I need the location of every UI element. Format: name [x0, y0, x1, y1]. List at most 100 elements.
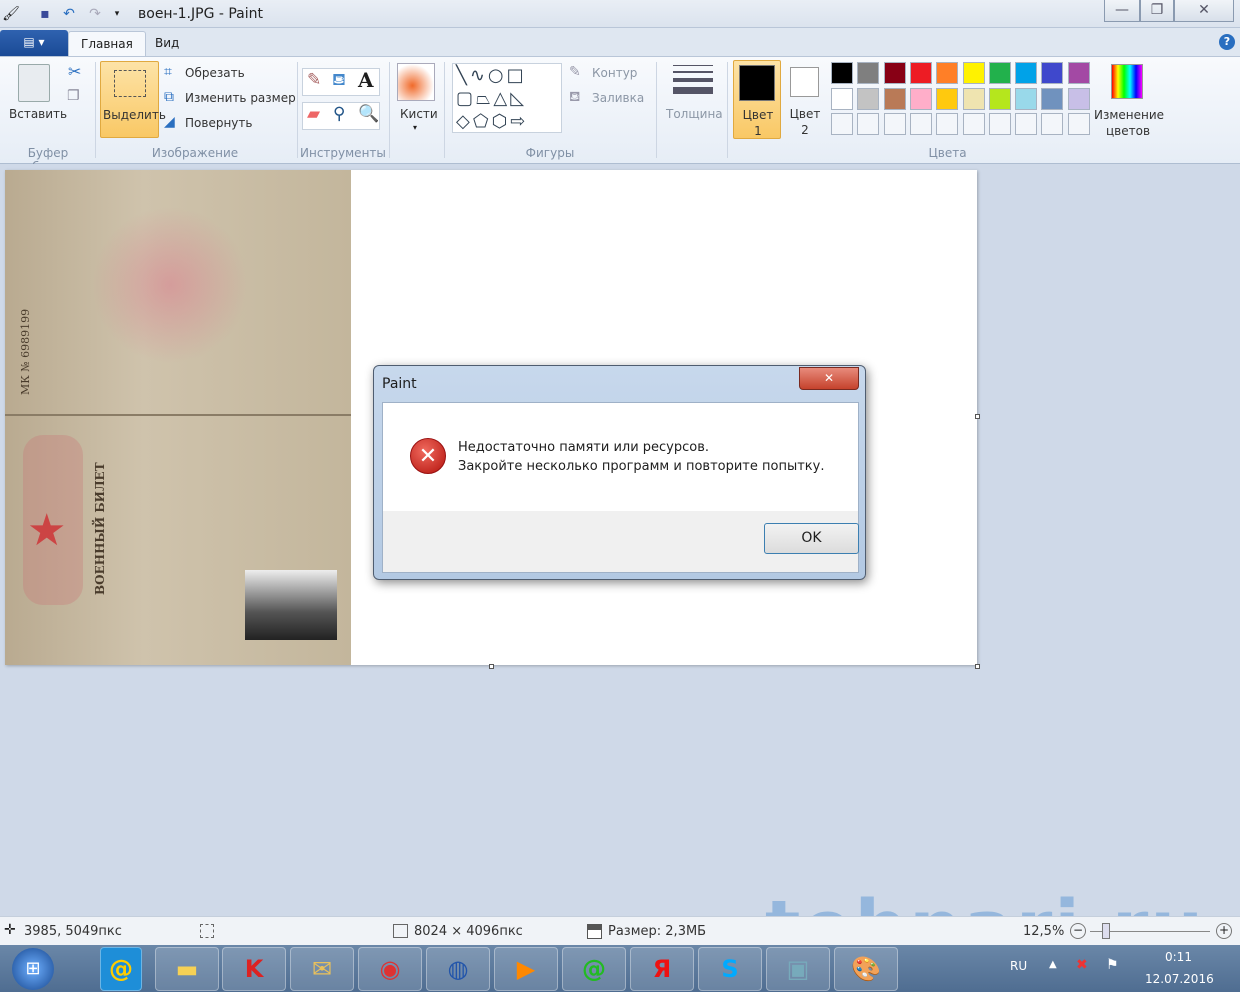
palette-swatch[interactable]	[988, 87, 1011, 110]
tray-expand-icon[interactable]: ▲	[1049, 959, 1057, 970]
custom-color-slot[interactable]	[1015, 113, 1038, 135]
dialog-close-button[interactable]: ✕	[799, 367, 859, 390]
palette-swatch[interactable]	[1041, 87, 1064, 110]
mail-icon[interactable]: ✉	[290, 947, 354, 991]
palette-swatch[interactable]	[1067, 62, 1090, 84]
palette-swatch[interactable]	[988, 62, 1011, 84]
rotate-button[interactable]: Повернуть	[185, 116, 252, 130]
icq-agent-icon[interactable]: @	[562, 947, 626, 991]
palette-swatch[interactable]	[857, 87, 880, 110]
color-picker-icon[interactable]: ⚲	[333, 104, 345, 124]
color2-swatch	[790, 67, 819, 97]
maximize-button[interactable]: ❐	[1140, 0, 1174, 22]
zoom-out-button[interactable]: −	[1070, 923, 1086, 939]
start-button[interactable]: ⊞	[12, 948, 54, 990]
paint-taskbar-icon[interactable]: 🎨	[834, 947, 898, 991]
brushes-button[interactable]: Кисти	[400, 107, 438, 121]
zoom-slider-thumb[interactable]	[1102, 923, 1110, 939]
redo-icon[interactable]: ↷	[86, 5, 104, 23]
select-button[interactable]: Выделить	[100, 61, 166, 138]
network-icon[interactable]: ✖	[1076, 957, 1088, 973]
custom-color-slot[interactable]	[1041, 113, 1064, 135]
palette-swatch[interactable]	[831, 87, 853, 110]
size-icon[interactable]	[673, 65, 713, 94]
skype-icon[interactable]: S	[698, 947, 762, 991]
palette-swatch[interactable]	[936, 87, 959, 110]
resize-handle-bottom[interactable]	[489, 664, 494, 669]
eraser-icon[interactable]: ▰	[307, 104, 320, 124]
mail-agent-icon[interactable]: @	[100, 947, 142, 991]
clock-date[interactable]: 12.07.2016	[1145, 972, 1214, 986]
crop-button[interactable]: Обрезать	[185, 66, 245, 80]
pencil-icon[interactable]: ✎	[307, 70, 321, 90]
resize-handle-right[interactable]	[975, 414, 980, 419]
paste-button[interactable]: Вставить	[9, 107, 67, 121]
quick-access-dropdown-icon[interactable]: ▾	[108, 5, 126, 23]
color2-button[interactable]: Цвет 2	[781, 60, 829, 139]
thunderbird-icon[interactable]: ◍	[426, 947, 490, 991]
paint-app-icon[interactable]: 🖌	[2, 5, 20, 23]
kaspersky-icon[interactable]: K	[222, 947, 286, 991]
cut-icon[interactable]: ✂	[68, 62, 81, 81]
outline-button[interactable]: Контур	[592, 66, 637, 80]
group-label-tools: Инструменты	[300, 146, 386, 160]
fill-bucket-icon[interactable]: ⛾	[332, 70, 346, 92]
palette-swatch[interactable]	[1067, 87, 1090, 110]
help-icon[interactable]: ?	[1219, 34, 1235, 50]
custom-color-slot[interactable]	[1067, 113, 1090, 135]
ok-button[interactable]: OK	[764, 523, 859, 554]
custom-color-slot[interactable]	[857, 113, 880, 135]
palette-swatch[interactable]	[909, 87, 932, 110]
palette-swatch[interactable]	[1041, 62, 1064, 84]
color1-button[interactable]: Цвет 1	[733, 60, 781, 139]
file-menu-button[interactable]: ▤ ▾	[0, 30, 68, 56]
shapes-gallery[interactable]: ╲∿○□ ▢⏢△◺ ◇⬠⬡⇨	[452, 63, 562, 133]
palette-swatch[interactable]	[936, 62, 959, 84]
close-button[interactable]: ✕	[1174, 0, 1234, 22]
document-photo: ★ ВОЕННЫЙ БИЛЕТ МК № 6989199	[5, 170, 351, 665]
custom-color-slot[interactable]	[988, 113, 1011, 135]
chrome-icon[interactable]: ◉	[358, 947, 422, 991]
text-tool-icon[interactable]: A	[358, 68, 374, 92]
copy-icon[interactable]: ❐	[67, 88, 80, 104]
action-center-flag-icon[interactable]: ⚑	[1106, 957, 1119, 973]
minimize-button[interactable]: —	[1104, 0, 1140, 22]
tab-home[interactable]: Главная	[68, 31, 146, 56]
edit-colors-button[interactable]: Изменение цветов	[1094, 107, 1164, 139]
tab-view[interactable]: Вид	[143, 31, 191, 56]
zoom-in-button[interactable]: +	[1216, 923, 1232, 939]
yandex-browser-icon[interactable]: Я	[630, 947, 694, 991]
paste-icon[interactable]	[18, 64, 50, 102]
explorer-icon[interactable]: ▬	[155, 947, 219, 991]
undo-icon[interactable]: ↶	[60, 5, 78, 23]
resize-button[interactable]: Изменить размер	[185, 91, 296, 105]
fill-button[interactable]: Заливка	[592, 91, 644, 105]
brushes-icon[interactable]	[397, 63, 435, 101]
palette-swatch[interactable]	[909, 62, 932, 84]
selection-size-icon	[200, 924, 214, 938]
palette-swatch[interactable]	[831, 62, 853, 84]
custom-color-slot[interactable]	[936, 113, 959, 135]
save-icon[interactable]: ▪	[36, 5, 54, 23]
magnifier-icon[interactable]: 🔍	[358, 104, 379, 124]
language-indicator[interactable]: RU	[1010, 959, 1027, 973]
custom-color-slot[interactable]	[962, 113, 985, 135]
resize-handle-corner[interactable]	[975, 664, 980, 669]
palette-swatch[interactable]	[883, 87, 906, 110]
palette-swatch[interactable]	[962, 87, 985, 110]
palette-swatch[interactable]	[857, 62, 880, 84]
custom-color-slot[interactable]	[883, 113, 906, 135]
custom-color-slot[interactable]	[909, 113, 932, 135]
palette-swatch[interactable]	[1015, 87, 1038, 110]
palette-swatch[interactable]	[883, 62, 906, 84]
divider	[444, 62, 445, 158]
custom-color-slot[interactable]	[831, 113, 853, 135]
photo-viewer-icon[interactable]: ▣	[766, 947, 830, 991]
palette-swatch[interactable]	[1015, 62, 1038, 84]
status-bar: ✛ 3985, 5049пкс 8024 × 4096пкс Размер: 2…	[0, 916, 1240, 945]
clock-time[interactable]: 0:11	[1165, 950, 1192, 964]
chevron-down-icon[interactable]: ▾	[413, 123, 417, 132]
size-button[interactable]: Толщина	[666, 107, 723, 121]
media-player-icon[interactable]: ▶	[494, 947, 558, 991]
palette-swatch[interactable]	[962, 62, 985, 84]
